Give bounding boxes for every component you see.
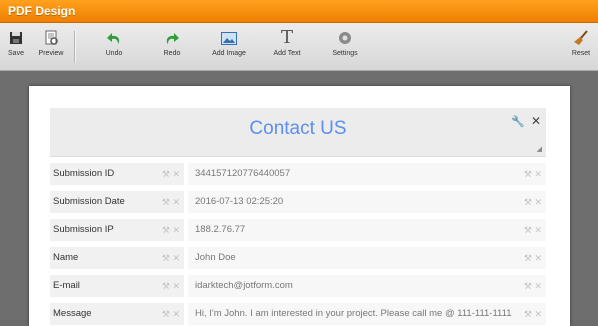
redo-button[interactable]: Redo: [156, 29, 188, 57]
value-tools-icons[interactable]: ⚒ ✕: [521, 303, 542, 325]
field-row: Submission IP ⚒ ✕ 188.2.76.77 ⚒ ✕: [50, 219, 546, 241]
field-value[interactable]: 344157120776440057 ⚒ ✕: [188, 163, 546, 185]
reset-label: Reset: [571, 50, 591, 57]
image-icon: [221, 31, 237, 45]
label-tools-icons[interactable]: ⚒ ✕: [162, 275, 180, 297]
value-tools-icons[interactable]: ⚒ ✕: [521, 163, 542, 185]
field-label[interactable]: Submission ID ⚒ ✕: [50, 163, 184, 185]
undo-arrow-icon: [107, 33, 120, 44]
settings-button[interactable]: Settings: [328, 29, 362, 57]
preview-label: Preview: [38, 50, 64, 57]
field-label[interactable]: Name ⚒ ✕: [50, 247, 184, 269]
value-tools-icons[interactable]: ⚒ ✕: [521, 275, 542, 297]
floppy-disk-icon: [10, 32, 22, 44]
broom-icon: [574, 30, 588, 45]
field-label[interactable]: Submission Date ⚒ ✕: [50, 191, 184, 213]
field-row: Name ⚒ ✕ John Doe ⚒ ✕: [50, 247, 546, 269]
design-canvas: Contact US 🔧 ✕ ◢ Submission ID ⚒ ✕ 344157…: [0, 71, 598, 326]
field-row: Submission ID ⚒ ✕ 344157120776440057 ⚒ ✕: [50, 163, 546, 185]
undo-label: Undo: [105, 50, 123, 57]
undo-button[interactable]: Undo: [98, 29, 130, 57]
field-row: E-mail ⚒ ✕ idarktech@jotform.com ⚒ ✕: [50, 275, 546, 297]
value-tools-icons[interactable]: ⚒ ✕: [521, 219, 542, 241]
label-tools-icons[interactable]: ⚒ ✕: [162, 303, 180, 325]
preview-document-icon: [45, 30, 58, 45]
field-row: Message ⚒ ✕ Hi, I'm John. I am interested…: [50, 303, 546, 325]
field-value[interactable]: idarktech@jotform.com ⚒ ✕: [188, 275, 546, 297]
window-title: PDF Design: [8, 4, 76, 18]
close-icon[interactable]: ✕: [531, 114, 541, 128]
settings-label: Settings: [332, 50, 358, 57]
reset-button[interactable]: Reset: [568, 29, 594, 57]
field-value[interactable]: John Doe ⚒ ✕: [188, 247, 546, 269]
field-value[interactable]: 188.2.76.77 ⚒ ✕: [188, 219, 546, 241]
heading-block[interactable]: Contact US 🔧 ✕ ◢: [50, 108, 546, 157]
add-text-label: Add Text: [273, 50, 301, 57]
field-label[interactable]: Message ⚒ ✕: [50, 303, 184, 325]
label-tools-icons[interactable]: ⚒ ✕: [162, 163, 180, 185]
preview-button[interactable]: Preview: [35, 29, 67, 57]
gear-icon: [339, 32, 351, 44]
pdf-page: Contact US 🔧 ✕ ◢ Submission ID ⚒ ✕ 344157…: [29, 86, 570, 326]
save-button[interactable]: Save: [4, 29, 28, 57]
value-tools-icons[interactable]: ⚒ ✕: [521, 191, 542, 213]
add-image-button[interactable]: Add Image: [208, 29, 250, 57]
title-bar: PDF Design: [0, 0, 598, 23]
field-label[interactable]: E-mail ⚒ ✕: [50, 275, 184, 297]
page-heading: Contact US: [249, 118, 347, 139]
toolbar-separator: [74, 31, 76, 63]
field-row: Submission Date ⚒ ✕ 2016-07-13 02:25:20 ⚒ …: [50, 191, 546, 213]
field-value[interactable]: Hi, I'm John. I am interested in your pr…: [188, 303, 546, 325]
add-image-label: Add Image: [212, 50, 246, 57]
text-t-icon: T: [280, 27, 293, 48]
redo-arrow-icon: [166, 33, 179, 44]
value-tools-icons[interactable]: ⚒ ✕: [521, 247, 542, 269]
save-label: Save: [8, 50, 24, 57]
add-text-button[interactable]: T Add Text: [270, 27, 304, 58]
resize-grip-icon[interactable]: ◢: [537, 145, 542, 153]
label-tools-icons[interactable]: ⚒ ✕: [162, 219, 180, 241]
toolbar: Save Preview Undo Redo Add Image T Add T…: [0, 23, 598, 71]
wrench-icon[interactable]: 🔧: [511, 116, 525, 128]
field-value[interactable]: 2016-07-13 02:25:20 ⚒ ✕: [188, 191, 546, 213]
label-tools-icons[interactable]: ⚒ ✕: [162, 247, 180, 269]
label-tools-icons[interactable]: ⚒ ✕: [162, 191, 180, 213]
redo-label: Redo: [163, 50, 181, 57]
heading-tools: 🔧 ✕: [511, 114, 541, 128]
field-label[interactable]: Submission IP ⚒ ✕: [50, 219, 184, 241]
